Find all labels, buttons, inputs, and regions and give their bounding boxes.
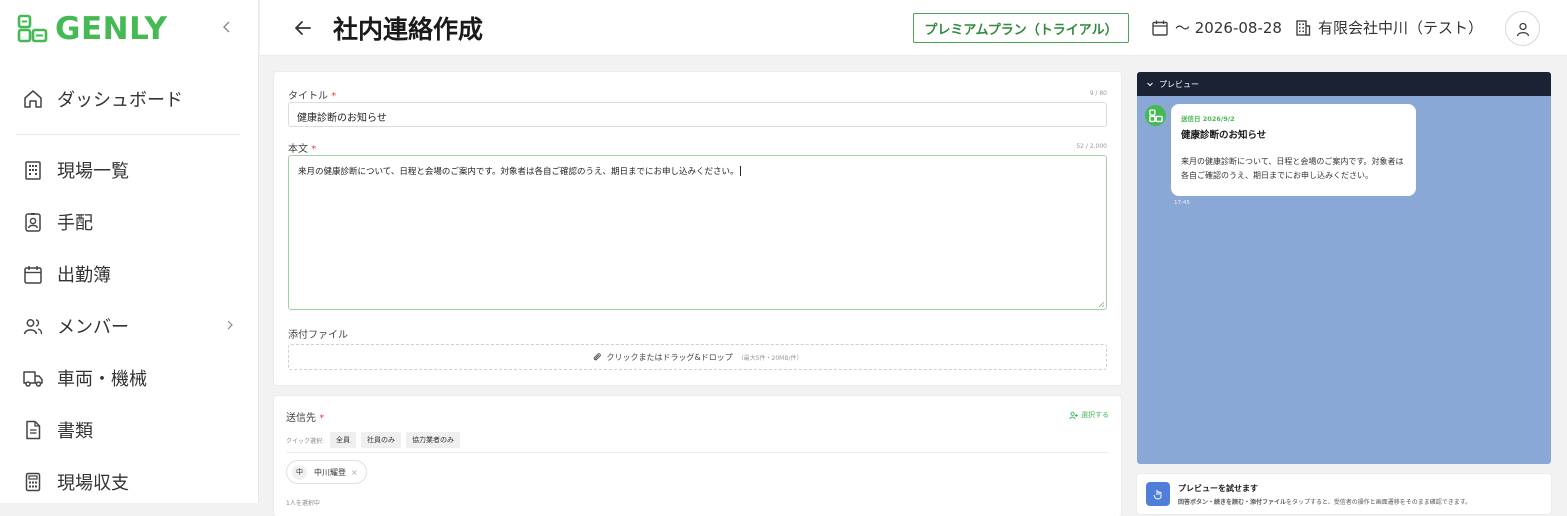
sidebar-item-arrangement[interactable]: 手配 xyxy=(22,206,242,238)
recipient-chip[interactable]: 中 中川耀登 × xyxy=(286,460,367,484)
message-time: 17:45 xyxy=(1174,200,1190,206)
sidebar-item-vehicles[interactable]: 車両・機械 xyxy=(22,362,242,394)
send-date: 送信日 2026/9/2 xyxy=(1181,115,1235,123)
sidebar-item-label: メンバー xyxy=(57,317,129,338)
quick-select-all[interactable]: 全員 xyxy=(330,432,357,448)
paperclip-icon xyxy=(594,353,602,361)
tap-icon xyxy=(1146,482,1170,506)
quick-select: クイック選択: 全員 社員のみ 協力業者のみ xyxy=(286,432,465,448)
attachment-prompt: クリックまたはドラッグ&ドロップ xyxy=(606,352,733,362)
arrow-left-icon xyxy=(295,21,311,35)
date-range: 〜 2026-08-28 xyxy=(1175,19,1282,37)
text-caret xyxy=(740,166,742,176)
plan-badge[interactable]: プレミアムプラン（トライアル） xyxy=(913,13,1129,43)
page-title: 社内連絡作成 xyxy=(333,15,484,44)
body-counter: 52 / 2,000 xyxy=(1076,143,1107,150)
sidebar-item-label: 現場収支 xyxy=(57,473,129,494)
preview-panel: プレビュー 送信日 2026/9/2 健康診断のお知らせ 来月の健康診断について… xyxy=(1137,72,1551,464)
preview-title: プレビュー xyxy=(1159,79,1199,89)
body-textarea[interactable]: 来月の健康診断について、日程と会場のご案内です。対象者は各自ご確認のうえ、期日ま… xyxy=(288,155,1107,310)
divider xyxy=(286,452,1109,453)
quick-select-label: クイック選択: xyxy=(286,437,325,445)
truck-icon xyxy=(22,367,44,389)
tip-title: プレビューを試せます xyxy=(1178,484,1258,493)
recipient-avatar: 中 xyxy=(292,464,307,480)
recipients-card: 送信先 * 選択する クイック選択: 全員 社員のみ 協力業者のみ 中 中川耀登… xyxy=(274,396,1121,516)
id-badge-icon xyxy=(22,211,44,233)
title-label: タイトル * xyxy=(288,91,337,102)
top-bar: 社内連絡作成 プレミアムプラン（トライアル） 〜 2026-08-28 有限会社… xyxy=(260,0,1567,56)
contract-period: 〜 2026-08-28 xyxy=(1151,17,1282,38)
body-text: 来月の健康診断について、日程と会場のご案内です。対象者は各自ご確認のうえ、期日ま… xyxy=(298,167,739,177)
title-counter: 9 / 80 xyxy=(1089,90,1107,97)
attachment-dropzone[interactable]: クリックまたはドラッグ&ドロップ （最大5件・20MB/件） xyxy=(288,344,1107,370)
sidebar-item-label: 書類 xyxy=(57,421,93,442)
back-button[interactable] xyxy=(292,17,314,39)
sidebar-item-attendance[interactable]: 出勤簿 xyxy=(22,258,242,290)
quick-select-employees[interactable]: 社員のみ xyxy=(361,432,402,448)
preview-header[interactable]: プレビュー xyxy=(1137,72,1551,96)
sidebar-item-label: ダッシュボード xyxy=(57,90,183,111)
title-input[interactable]: 健康診断のお知らせ xyxy=(288,102,1107,127)
chevron-left-icon xyxy=(223,21,230,33)
building-icon xyxy=(22,159,44,181)
genly-logo-icon xyxy=(17,14,48,43)
attachment-hint: （最大5件・20MB/件） xyxy=(737,354,803,362)
chevron-right-icon xyxy=(227,320,233,330)
home-icon xyxy=(22,88,44,110)
sender-avatar xyxy=(1145,105,1166,126)
remove-recipient-button[interactable]: × xyxy=(351,468,358,477)
calendar-icon xyxy=(1152,20,1168,36)
message-body: 来月の健康診断について、日程と会場のご案内です。対象者は各自ご確認のうえ、期日ま… xyxy=(1181,157,1404,180)
document-icon xyxy=(22,419,44,441)
chevron-down-icon xyxy=(1147,82,1153,87)
company-name: 有限会社中川（テスト） xyxy=(1318,19,1484,37)
sidebar-item-members[interactable]: メンバー xyxy=(22,310,242,342)
message-bubble[interactable]: 送信日 2026/9/2 健康診断のお知らせ 来月の健康診断について、日程と会場… xyxy=(1171,104,1416,196)
user-plus-icon xyxy=(1069,411,1078,419)
sidebar-divider xyxy=(16,134,240,135)
sidebar-item-sites[interactable]: 現場一覧 xyxy=(22,154,242,186)
logo[interactable]: GENLY xyxy=(17,11,168,47)
building-icon xyxy=(1296,19,1311,36)
body-label: 本文 * xyxy=(288,144,317,155)
attachment-label: 添付ファイル xyxy=(288,330,348,341)
sidebar-item-label: 手配 xyxy=(57,213,93,234)
user-menu-button[interactable] xyxy=(1505,11,1540,46)
recipients-label: 送信先 * xyxy=(286,413,325,424)
quick-select-partners[interactable]: 協力業者のみ xyxy=(406,432,461,448)
tip-description: 回答ボタン・続きを読む・添付ファイルをタップすると、受信者の操作と画面遷移をその… xyxy=(1178,499,1472,506)
sidebar-item-dashboard[interactable]: ダッシュボード xyxy=(22,83,242,115)
message-form-card: タイトル * 9 / 80 健康診断のお知らせ 本文 * 52 / 2,000 … xyxy=(274,72,1121,385)
recipient-name: 中川耀登 xyxy=(314,467,346,477)
users-icon xyxy=(22,315,44,337)
collapse-sidebar-button[interactable] xyxy=(218,18,236,36)
sidebar-item-documents[interactable]: 書類 xyxy=(22,414,242,446)
sidebar-item-label: 現場一覧 xyxy=(57,161,129,182)
preview-tip-card: プレビューを試せます 回答ボタン・続きを読む・添付ファイルをタップすると、受信者… xyxy=(1137,474,1551,514)
logo-text: GENLY xyxy=(55,11,168,47)
message-title: 健康診断のお知らせ xyxy=(1181,130,1267,141)
user-icon xyxy=(1516,22,1529,36)
company-selector[interactable]: 有限会社中川（テスト） xyxy=(1294,17,1483,38)
sidebar: GENLY ダッシュボード 現場一覧 手配 出勤簿 メンバー 車両・機械 書類 … xyxy=(0,0,259,503)
calendar-icon xyxy=(22,263,44,285)
sidebar-item-label: 出勤簿 xyxy=(57,265,111,286)
calculator-icon xyxy=(22,471,44,493)
select-recipients-link[interactable]: 選択する xyxy=(1069,410,1109,420)
sidebar-item-label: 車両・機械 xyxy=(57,369,147,390)
sidebar-item-site-balance[interactable]: 現場収支 xyxy=(22,466,242,498)
genly-logo-icon xyxy=(1148,108,1163,122)
resize-handle-icon[interactable] xyxy=(1098,301,1105,308)
